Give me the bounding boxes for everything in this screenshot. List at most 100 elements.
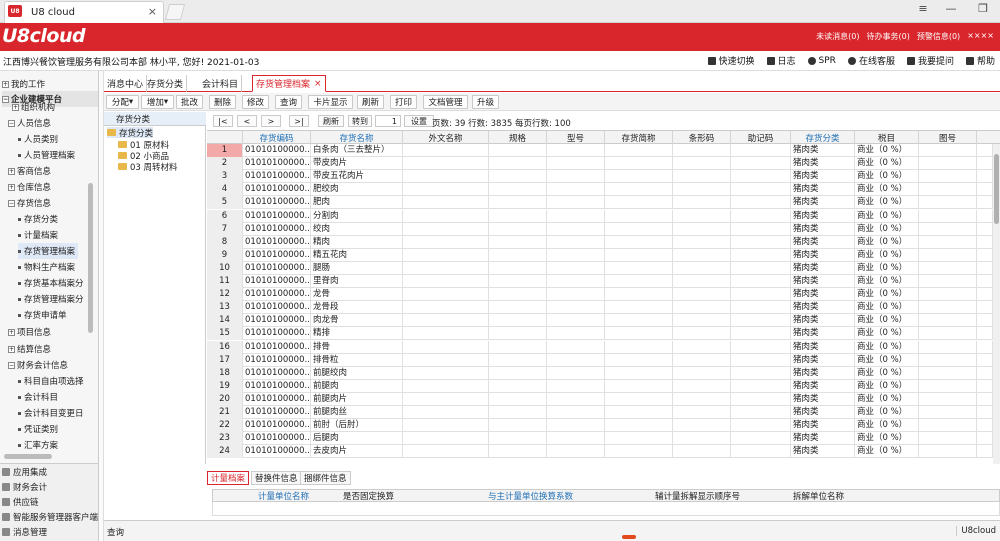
sidebar-my-work[interactable]: + 我的工作 — [2, 76, 98, 92]
sidebar-item-subject-free[interactable]: 科目自由项选择 — [18, 373, 98, 389]
row-number[interactable]: 6 — [207, 209, 243, 223]
cell-empty[interactable] — [731, 209, 791, 223]
col-foreign-name[interactable]: 外文名称 — [403, 131, 489, 145]
col-split-order[interactable]: 辅计量拆解显示顺序号 — [655, 490, 740, 502]
help-link[interactable]: 帮助 — [965, 54, 995, 67]
cell-empty[interactable] — [605, 432, 673, 446]
cell-empty[interactable] — [605, 445, 673, 459]
cell-empty[interactable] — [731, 340, 791, 354]
cell-empty[interactable] — [731, 196, 791, 210]
cell-code[interactable]: 01010100000... — [243, 209, 311, 223]
log-link[interactable]: 日志 — [766, 54, 796, 67]
close-tab-icon[interactable]: × — [148, 5, 157, 18]
cell-category[interactable]: 猪肉类 — [791, 261, 855, 275]
online-service-link[interactable]: 在线客服 — [847, 54, 895, 67]
cell-empty[interactable] — [403, 406, 489, 420]
cell-empty[interactable] — [977, 314, 993, 328]
cell-empty[interactable] — [977, 157, 993, 171]
row-number[interactable]: 13 — [207, 301, 243, 315]
cell-name[interactable]: 肥绞肉 — [311, 183, 403, 197]
sidebar-item-org[interactable]: + 组织机构 — [12, 102, 98, 112]
table-row[interactable]: 7 01010100000... 绞肉 猪肉类 商业（0 %） — [207, 222, 993, 236]
table-row[interactable]: 10 01010100000... 腿肠 猪肉类 商业（0 %） — [207, 261, 993, 275]
cell-tax[interactable]: 商业（0 %） — [855, 353, 919, 367]
cell-empty[interactable] — [977, 288, 993, 302]
row-number[interactable]: 9 — [207, 248, 243, 262]
cell-empty[interactable] — [605, 209, 673, 223]
cell-empty[interactable] — [673, 340, 731, 354]
cell-empty[interactable] — [547, 222, 605, 236]
cell-category[interactable]: 猪肉类 — [791, 157, 855, 171]
row-number[interactable]: 14 — [207, 314, 243, 328]
cell-empty[interactable] — [605, 340, 673, 354]
cell-code[interactable]: 01010100000... — [243, 222, 311, 236]
cell-code[interactable]: 01010100000... — [243, 157, 311, 171]
row-number[interactable]: 4 — [207, 183, 243, 197]
cell-empty[interactable] — [489, 248, 547, 262]
cell-empty[interactable] — [489, 419, 547, 433]
cell-empty[interactable] — [489, 392, 547, 406]
cell-empty[interactable] — [605, 353, 673, 367]
refresh-button[interactable]: 刷新 — [357, 95, 384, 109]
cell-category[interactable]: 猪肉类 — [791, 340, 855, 354]
cell-empty[interactable] — [489, 379, 547, 393]
cell-empty[interactable] — [673, 432, 731, 446]
sidebar-item-subject[interactable]: 会计科目 — [18, 389, 98, 405]
cell-empty[interactable] — [605, 170, 673, 184]
cell-empty[interactable] — [547, 379, 605, 393]
col-split-unit[interactable]: 拆解单位名称 — [793, 490, 844, 502]
cell-empty[interactable] — [403, 301, 489, 315]
cell-empty[interactable] — [977, 327, 993, 341]
cell-empty[interactable] — [977, 222, 993, 236]
cell-empty[interactable] — [731, 406, 791, 420]
row-number[interactable]: 8 — [207, 235, 243, 249]
cell-name[interactable]: 带皮五花肉片 — [311, 170, 403, 184]
tab-bundle-info[interactable]: 捆绑件信息 — [300, 471, 351, 485]
cell-tax[interactable]: 商业（0 %） — [855, 327, 919, 341]
cell-tax[interactable]: 商业（0 %） — [855, 366, 919, 380]
cell-code[interactable]: 01010100000... — [243, 340, 311, 354]
cell-empty[interactable] — [919, 183, 977, 197]
col-fixed-conversion[interactable]: 是否固定换算 — [343, 490, 394, 502]
cell-empty[interactable] — [731, 445, 791, 459]
sidebar-item-inventory-info[interactable]: − 存货信息 — [8, 195, 98, 211]
cell-empty[interactable] — [547, 327, 605, 341]
row-number[interactable]: 11 — [207, 275, 243, 289]
cell-empty[interactable] — [605, 196, 673, 210]
cell-tax[interactable]: 商业（0 %） — [855, 392, 919, 406]
col-barcode[interactable]: 条形码 — [673, 131, 731, 145]
sidebar-item-exchange[interactable]: 汇率方案 — [18, 437, 98, 453]
cell-empty[interactable] — [403, 340, 489, 354]
cell-empty[interactable] — [919, 144, 977, 158]
tree-node-small-goods[interactable]: 02 小商品 — [118, 150, 169, 162]
cell-code[interactable]: 01010100000... — [243, 183, 311, 197]
cell-name[interactable]: 龙骨 — [311, 288, 403, 302]
tab-substitute-info[interactable]: 替换件信息 — [251, 471, 302, 485]
table-row[interactable]: 19 01010100000... 前腿肉 猪肉类 商业（0 %） — [207, 379, 993, 393]
cell-code[interactable]: 01010100000... — [243, 392, 311, 406]
cell-empty[interactable] — [919, 392, 977, 406]
row-number[interactable]: 15 — [207, 327, 243, 341]
unread-messages-link[interactable]: 未读消息(0) — [816, 31, 859, 42]
cell-name[interactable]: 肥肉 — [311, 196, 403, 210]
cell-name[interactable]: 后腿肉 — [311, 432, 403, 446]
table-row[interactable]: 6 01010100000... 分割肉 猪肉类 商业（0 %） — [207, 209, 993, 223]
col-conversion-factor[interactable]: 与主计量单位换算系数 — [488, 490, 573, 502]
row-number[interactable]: 22 — [207, 419, 243, 433]
table-row[interactable]: 18 01010100000... 前腿绞肉 猪肉类 商业（0 %） — [207, 366, 993, 380]
sidebar-hscrollbar[interactable] — [4, 454, 52, 459]
cell-name[interactable]: 精五花肉 — [311, 248, 403, 262]
cell-code[interactable]: 01010100000... — [243, 275, 311, 289]
cell-empty[interactable] — [605, 235, 673, 249]
quick-switch-link[interactable]: 快速切换 — [707, 54, 755, 67]
cell-category[interactable]: 猪肉类 — [791, 419, 855, 433]
table-row[interactable]: 11 01010100000... 里脊肉 猪肉类 商业（0 %） — [207, 275, 993, 289]
cell-empty[interactable] — [489, 327, 547, 341]
cell-empty[interactable] — [731, 392, 791, 406]
cell-category[interactable]: 猪肉类 — [791, 406, 855, 420]
cell-empty[interactable] — [977, 261, 993, 275]
query-button[interactable]: 查询 — [275, 95, 302, 109]
row-number[interactable]: 2 — [207, 157, 243, 171]
cell-empty[interactable] — [673, 392, 731, 406]
cell-empty[interactable] — [547, 183, 605, 197]
